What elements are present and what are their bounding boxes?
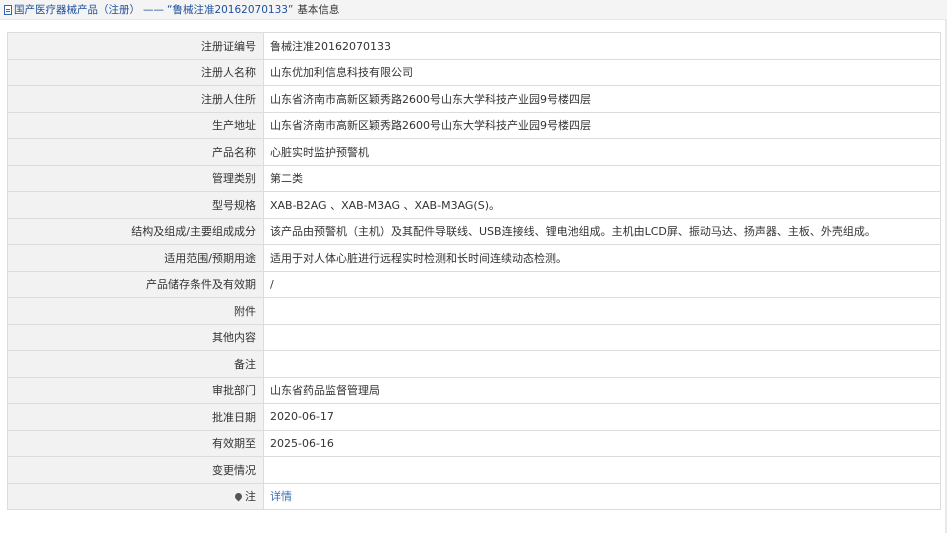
row-value: 山东优加利信息科技有限公司	[263, 58, 941, 86]
row-label: 产品储存条件及有效期	[7, 270, 264, 298]
breadcrumb-current: 基本信息	[297, 4, 340, 16]
row-value: 山东省济南市高新区颖秀路2600号山东大学科技产业园9号楼四层	[263, 111, 941, 139]
row-value: 鲁械注准20162070133	[263, 32, 941, 60]
table-row: 备注	[7, 350, 941, 378]
row-label: 审批部门	[7, 376, 264, 404]
table-row: 注册人住所 山东省济南市高新区颖秀路2600号山东大学科技产业园9号楼四层	[7, 85, 941, 113]
table-row: 产品储存条件及有效期 /	[7, 270, 941, 298]
pin-icon	[233, 491, 244, 502]
row-value: 2025-06-16	[263, 429, 941, 457]
breadcrumb-root-link[interactable]: 国产医疗器械产品（注册）	[14, 2, 140, 17]
row-value: XAB-B2AG 、XAB-M3AG 、XAB-M3AG(S)。	[263, 191, 941, 219]
row-label: 生产地址	[7, 111, 264, 139]
row-value	[263, 456, 941, 484]
table-row: 其他内容	[7, 323, 941, 351]
row-value	[263, 323, 941, 351]
row-value: 山东省济南市高新区颖秀路2600号山东大学科技产业园9号楼四层	[263, 85, 941, 113]
row-label: 管理类别	[7, 164, 264, 192]
note-label-cell: 注	[7, 482, 264, 510]
row-label: 注册人住所	[7, 85, 264, 113]
row-value: 适用于对人体心脏进行远程实时检测和长时间连续动态检测。	[263, 244, 941, 272]
table-row: 生产地址 山东省济南市高新区颖秀路2600号山东大学科技产业园9号楼四层	[7, 111, 941, 139]
table-row: 注册证编号 鲁械注准20162070133	[7, 32, 941, 60]
row-label: 其他内容	[7, 323, 264, 351]
row-label: 备注	[7, 350, 264, 378]
row-label: 适用范围/预期用途	[7, 244, 264, 272]
table-row: 附件	[7, 297, 941, 325]
row-value: 山东省药品监督管理局	[263, 376, 941, 404]
details-link[interactable]: 详情	[270, 490, 292, 503]
note-row: 注 详情	[7, 482, 941, 510]
row-label: 注册证编号	[7, 32, 264, 60]
note-label: 注	[245, 490, 256, 504]
table-row: 注册人名称 山东优加利信息科技有限公司	[7, 58, 941, 86]
breadcrumb-separator: ——	[143, 3, 164, 16]
table-row: 审批部门 山东省药品监督管理局	[7, 376, 941, 404]
breadcrumb-record-link[interactable]: “鲁械注准20162070133”	[167, 2, 293, 17]
row-value	[263, 297, 941, 325]
row-label: 批准日期	[7, 403, 264, 431]
table-row: 结构及组成/主要组成成分 该产品由预警机（主机）及其配件导联线、USB连接线、锂…	[7, 217, 941, 245]
table-row: 有效期至 2025-06-16	[7, 429, 941, 457]
row-label: 有效期至	[7, 429, 264, 457]
row-label: 注册人名称	[7, 58, 264, 86]
row-label: 附件	[7, 297, 264, 325]
table-row: 适用范围/预期用途 适用于对人体心脏进行远程实时检测和长时间连续动态检测。	[7, 244, 941, 272]
breadcrumb: 国产医疗器械产品（注册） —— “鲁械注准20162070133” 基本信息	[0, 0, 947, 20]
table-row: 变更情况	[7, 456, 941, 484]
row-value: 2020-06-17	[263, 403, 941, 431]
table-row: 产品名称 心脏实时监护预警机	[7, 138, 941, 166]
note-value-cell: 详情	[263, 482, 941, 510]
row-label: 产品名称	[7, 138, 264, 166]
table-row: 管理类别 第二类	[7, 164, 941, 192]
row-value	[263, 350, 941, 378]
basic-info-table: 注册证编号 鲁械注准20162070133 注册人名称 山东优加利信息科技有限公…	[7, 32, 941, 510]
row-label: 变更情况	[7, 456, 264, 484]
row-value: 第二类	[263, 164, 941, 192]
row-value: 该产品由预警机（主机）及其配件导联线、USB连接线、锂电池组成。主机由LCD屏、…	[263, 217, 941, 245]
row-value: /	[263, 270, 941, 298]
document-icon	[4, 4, 12, 15]
row-label: 型号规格	[7, 191, 264, 219]
row-value: 心脏实时监护预警机	[263, 138, 941, 166]
table-row: 型号规格 XAB-B2AG 、XAB-M3AG 、XAB-M3AG(S)。	[7, 191, 941, 219]
row-label: 结构及组成/主要组成成分	[7, 217, 264, 245]
table-row: 批准日期 2020-06-17	[7, 403, 941, 431]
